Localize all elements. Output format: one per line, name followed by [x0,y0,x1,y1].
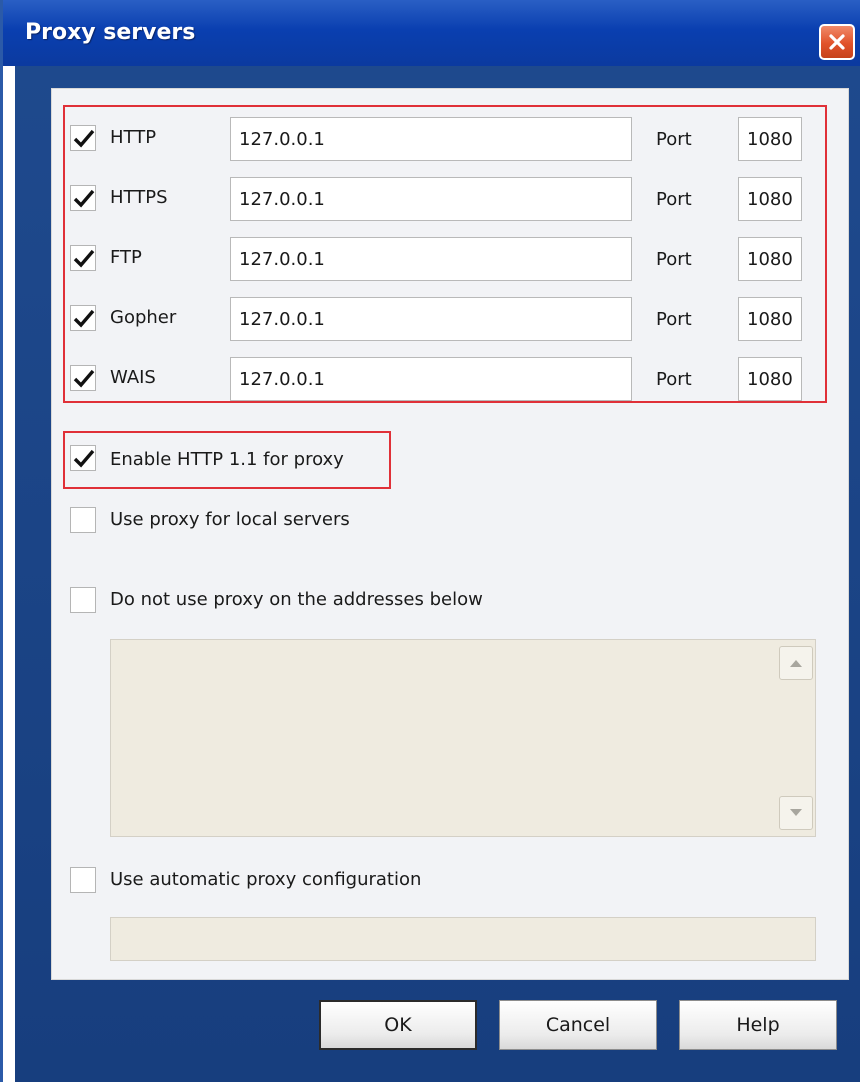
scroll-down-button[interactable] [779,796,813,830]
wais-checkbox[interactable] [70,365,96,391]
gopher-address-input[interactable]: 127.0.0.1 [230,297,632,341]
ftp-port-label: Port [656,249,692,270]
bypass-label: Do not use proxy on the addresses below [110,589,483,610]
ok-button[interactable]: OK [319,1000,477,1050]
enable-http11-checkbox[interactable] [70,445,96,471]
proxy-row-gopher: Gopher 127.0.0.1 Port 1080 [52,293,848,343]
checkmark-icon [73,249,95,268]
wais-port-input[interactable]: 1080 [738,357,802,401]
wais-port-label: Port [656,369,692,390]
https-port-label: Port [656,189,692,210]
http-port-input[interactable]: 1080 [738,117,802,161]
title-bar[interactable]: Proxy servers [3,0,860,66]
https-checkbox[interactable] [70,185,96,211]
wais-label: WAIS [110,367,156,388]
bypass-checkbox[interactable] [70,587,96,613]
dialog-title: Proxy servers [25,20,196,45]
wais-address-input[interactable]: 127.0.0.1 [230,357,632,401]
http-port-label: Port [656,129,692,150]
http-checkbox[interactable] [70,125,96,151]
ftp-port-input[interactable]: 1080 [738,237,802,281]
cancel-button[interactable]: Cancel [499,1000,657,1050]
checkmark-icon [73,369,95,388]
ftp-address-input[interactable]: 127.0.0.1 [230,237,632,281]
proxy-servers-dialog: Proxy servers HTTP 127.0.0.1 Port 1080 H… [0,0,860,1082]
ftp-checkbox[interactable] [70,245,96,271]
checkmark-icon [73,309,95,328]
https-address-input[interactable]: 127.0.0.1 [230,177,632,221]
ftp-label: FTP [110,247,142,268]
proxy-row-wais: WAIS 127.0.0.1 Port 1080 [52,353,848,403]
http-address-input[interactable]: 127.0.0.1 [230,117,632,161]
dialog-content: HTTP 127.0.0.1 Port 1080 HTTPS 127.0.0.1… [51,88,849,980]
checkmark-icon [73,129,95,148]
bypass-addresses-textarea[interactable] [110,639,816,837]
enable-http11-label: Enable HTTP 1.1 for proxy [110,449,344,470]
arrow-up-icon [790,660,802,667]
close-icon [829,34,845,50]
proxy-row-http: HTTP 127.0.0.1 Port 1080 [52,113,848,163]
gopher-port-label: Port [656,309,692,330]
gopher-port-input[interactable]: 1080 [738,297,802,341]
help-button[interactable]: Help [679,1000,837,1050]
https-port-input[interactable]: 1080 [738,177,802,221]
checkmark-icon [73,189,95,208]
proxy-row-https: HTTPS 127.0.0.1 Port 1080 [52,173,848,223]
gopher-label: Gopher [110,307,177,328]
auto-config-label: Use automatic proxy configuration [110,869,422,890]
arrow-down-icon [790,809,802,816]
window-frame-edge [3,66,15,1082]
close-button[interactable] [819,24,855,60]
checkmark-icon [73,449,95,468]
https-label: HTTPS [110,187,168,208]
local-servers-label: Use proxy for local servers [110,509,350,530]
http-label: HTTP [110,127,157,148]
gopher-checkbox[interactable] [70,305,96,331]
auto-config-checkbox[interactable] [70,867,96,893]
local-servers-checkbox[interactable] [70,507,96,533]
auto-config-url-input[interactable] [110,917,816,961]
scroll-up-button[interactable] [779,646,813,680]
proxy-row-ftp: FTP 127.0.0.1 Port 1080 [52,233,848,283]
